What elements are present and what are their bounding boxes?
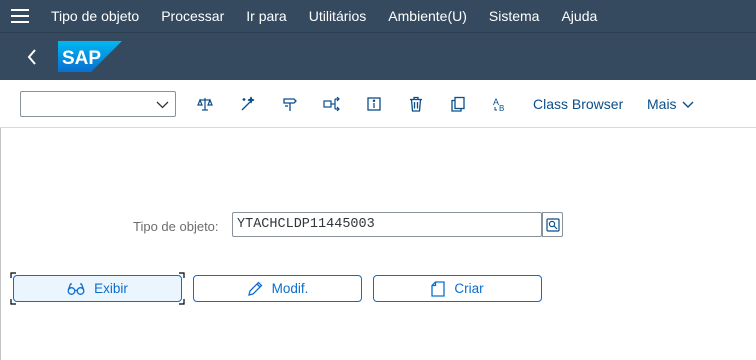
where-used-icon[interactable]	[320, 92, 344, 116]
menu-item-ambiente[interactable]: Ambiente(U)	[377, 0, 478, 32]
menu-bar: Tipo de objeto Processar Ir para Utilitá…	[0, 0, 756, 32]
menu-item-ajuda[interactable]: Ajuda	[550, 0, 608, 32]
value-help-button[interactable]	[542, 212, 563, 237]
main-content: Tipo de objeto: YTACHCLDP11445003 Exibir…	[0, 128, 756, 360]
object-type-label: Tipo de objeto:	[133, 219, 219, 234]
create-button[interactable]: Criar	[373, 275, 542, 302]
create-button-label: Criar	[454, 281, 484, 296]
glasses-icon	[67, 282, 85, 295]
hamburger-menu-icon[interactable]	[0, 0, 40, 32]
change-button[interactable]: Modif.	[193, 275, 362, 302]
back-button[interactable]	[18, 43, 46, 71]
activate-hammer-icon[interactable]	[278, 92, 302, 116]
chevron-down-icon	[156, 98, 169, 116]
class-browser-button[interactable]: Class Browser	[533, 96, 623, 112]
more-menu-label: Mais	[647, 96, 677, 112]
more-menu-button[interactable]: Mais	[647, 96, 694, 112]
rename-text-icon[interactable]: AB	[488, 92, 512, 116]
toolbar-select[interactable]	[20, 91, 176, 117]
chevron-down-icon	[682, 101, 694, 108]
change-button-label: Modif.	[271, 281, 309, 296]
pencil-icon	[247, 281, 263, 296]
menu-item-tipo-de-objeto[interactable]: Tipo de objeto	[40, 0, 150, 32]
svg-text:B: B	[499, 104, 504, 112]
application-toolbar: AB Class Browser Mais	[0, 80, 756, 128]
display-button-label: Exibir	[94, 281, 128, 296]
object-type-input[interactable]: YTACHCLDP11445003	[232, 212, 542, 237]
copy-icon[interactable]	[446, 92, 470, 116]
sap-logo: SAP	[58, 41, 122, 77]
menu-item-utilitarios[interactable]: Utilitários	[298, 0, 378, 32]
menu-item-ir-para[interactable]: Ir para	[235, 0, 297, 32]
delete-trash-icon[interactable]	[404, 92, 428, 116]
compare-balance-icon[interactable]	[193, 92, 217, 116]
new-document-icon	[431, 280, 446, 297]
sap-logo-text: SAP	[62, 48, 101, 69]
shell-header: SAP	[0, 32, 756, 80]
chevron-left-icon	[27, 49, 36, 65]
magic-wand-icon[interactable]	[236, 92, 260, 116]
menu-item-processar[interactable]: Processar	[150, 0, 235, 32]
value-help-search-icon	[545, 217, 560, 232]
menu-item-sistema[interactable]: Sistema	[478, 0, 551, 32]
display-button[interactable]: Exibir	[13, 275, 182, 302]
info-icon[interactable]	[362, 92, 386, 116]
